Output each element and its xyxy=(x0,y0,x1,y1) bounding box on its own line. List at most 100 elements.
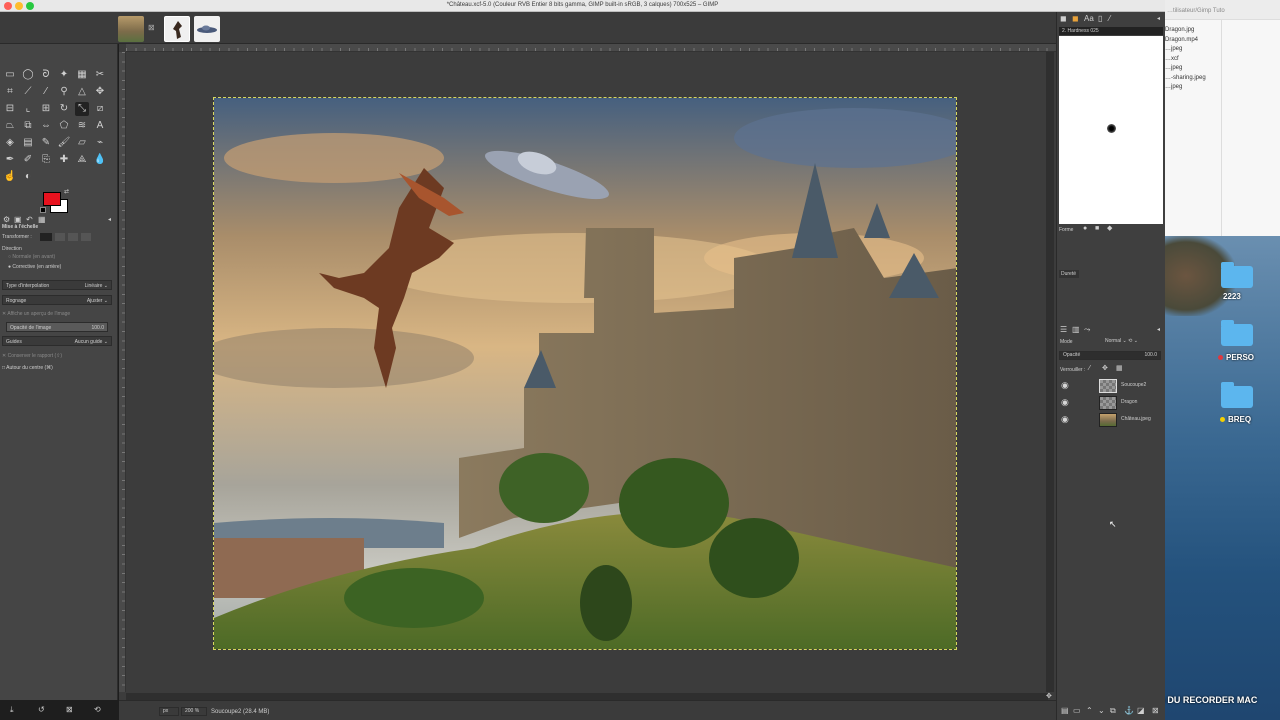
transform-selection-button[interactable] xyxy=(55,233,65,241)
lower-layer-icon[interactable]: ⌄ xyxy=(1098,707,1105,715)
swap-colors-icon[interactable]: ⇄ xyxy=(64,188,69,196)
new-group-icon[interactable]: ▭ xyxy=(1073,707,1081,715)
finder-file[interactable]: …jpeg xyxy=(1165,45,1225,55)
direction-normal-radio[interactable]: ○ Normale (en avant) xyxy=(8,252,118,262)
crop-icon[interactable]: ⌞ xyxy=(21,102,35,116)
folder-icon[interactable] xyxy=(1221,382,1253,408)
ink-icon[interactable]: ✒ xyxy=(3,153,17,167)
reset-options-icon[interactable]: ⟲ xyxy=(94,706,101,714)
color-select-icon[interactable]: ▦ xyxy=(75,68,89,82)
delete-layer-icon[interactable]: ⊠ xyxy=(1152,707,1159,715)
horizontal-ruler[interactable] xyxy=(126,44,1056,52)
gradient-icon[interactable]: ▤ xyxy=(21,136,35,150)
3d-transform-icon[interactable]: ⧉ xyxy=(21,119,35,133)
canvas-image[interactable] xyxy=(213,97,957,650)
folder-label-breq[interactable]: BREQ xyxy=(1220,415,1251,424)
brush-preview[interactable] xyxy=(1059,36,1163,224)
measure-icon[interactable]: △ xyxy=(75,85,89,99)
finder-file[interactable]: Dragon.mp4 xyxy=(1165,36,1225,46)
guides-select[interactable]: Guides Aucun guide ⌄ xyxy=(2,336,112,346)
dodge-burn-icon[interactable]: ◐ xyxy=(21,170,35,184)
unified-transform-icon[interactable]: ⊞ xyxy=(39,102,53,116)
new-layer-icon[interactable]: ▤ xyxy=(1061,707,1069,715)
shear-icon[interactable]: ⧄ xyxy=(93,102,107,116)
duplicate-layer-icon[interactable]: ⧉ xyxy=(1110,707,1116,715)
folder-icon[interactable] xyxy=(1221,320,1253,346)
cage-icon[interactable]: ⬠ xyxy=(57,119,71,133)
vertical-scrollbar[interactable] xyxy=(1046,52,1054,692)
horizontal-scrollbar[interactable] xyxy=(126,693,1048,700)
zoom-icon[interactable]: ⚲ xyxy=(57,85,71,99)
square-brush-icon[interactable]: ■ xyxy=(1095,225,1099,233)
warp-icon[interactable]: ≋ xyxy=(75,119,89,133)
clipping-select[interactable]: Rognage Ajuster ⌄ xyxy=(2,295,112,305)
transform-layer-button[interactable] xyxy=(40,233,52,241)
smudge-icon[interactable]: ☝ xyxy=(3,170,17,184)
lasso-icon[interactable]: ᘐ xyxy=(39,68,53,82)
lock-pixels-icon[interactable]: ⁄ xyxy=(1089,365,1090,373)
fonts-tab-icon[interactable]: Aa xyxy=(1084,15,1094,23)
restore-options-icon[interactable]: ↺ xyxy=(38,706,45,714)
airbrush-icon[interactable]: ⌁ xyxy=(93,136,107,150)
dock-menu-icon[interactable]: ◂ xyxy=(1157,326,1160,334)
bucket-fill-icon[interactable]: ◈ xyxy=(3,136,17,150)
image-opacity-slider[interactable]: Opacité de l'image 100.0 xyxy=(6,322,108,332)
lock-position-icon[interactable]: ✥ xyxy=(1102,365,1108,373)
round-brush-icon[interactable]: ● xyxy=(1083,225,1087,233)
brushes-tab-icon[interactable]: ◼ xyxy=(1060,15,1067,23)
fuzzy-select-icon[interactable]: ✦ xyxy=(57,68,71,82)
align-icon[interactable]: ⊟ xyxy=(3,102,17,116)
eye-icon[interactable]: ◉ xyxy=(1061,398,1069,407)
document-tab-icon[interactable]: ▯ xyxy=(1098,15,1102,23)
keep-aspect-checkbox[interactable]: ✕ Conserver le rapport (⇧) xyxy=(2,351,112,361)
move-icon[interactable]: ✥ xyxy=(93,85,107,99)
transform-path-button[interactable] xyxy=(68,233,78,241)
scissors-icon[interactable]: ✂ xyxy=(93,68,107,82)
clone-icon[interactable]: ⎘ xyxy=(39,153,53,167)
lock-alpha-icon[interactable]: ▦ xyxy=(1116,365,1123,373)
image-tab-chateau[interactable] xyxy=(118,16,144,42)
layers-tab-icon[interactable]: ☰ xyxy=(1060,326,1067,334)
foreground-select-icon[interactable]: ⌗ xyxy=(3,85,17,99)
layer-opacity-slider[interactable]: Opacité 100.0 xyxy=(1059,351,1161,360)
finder-file[interactable]: …-sharing.jpeg xyxy=(1165,74,1225,84)
interpolation-select[interactable]: Type d'interpolation Linéaire ⌄ xyxy=(2,280,112,290)
layer-row[interactable]: ◉ Château.jpeg xyxy=(1057,412,1166,429)
raise-layer-icon[interactable]: ⌃ xyxy=(1086,707,1093,715)
transform-image-button[interactable] xyxy=(81,233,91,241)
channels-tab-icon[interactable]: ▥ xyxy=(1072,326,1080,334)
ellipse-select-icon[interactable]: ◯ xyxy=(21,68,35,82)
paths-tab-icon[interactable]: ⤳ xyxy=(1084,326,1090,334)
rotate-icon[interactable]: ↻ xyxy=(57,102,71,116)
finder-file[interactable]: …jpeg xyxy=(1165,83,1225,93)
finder-file[interactable]: …xcf xyxy=(1165,55,1225,65)
show-preview-checkbox[interactable]: ✕ Affiche un aperçu de l'image xyxy=(2,309,112,319)
around-center-checkbox[interactable]: □ Autour du centre (⌘) xyxy=(2,363,112,373)
foreground-color-swatch[interactable] xyxy=(43,192,61,206)
blur-icon[interactable]: 💧 xyxy=(93,153,107,167)
close-tab-icon[interactable]: ⊠ xyxy=(148,23,155,32)
eye-icon[interactable]: ◉ xyxy=(1061,381,1069,390)
mypaint-brush-icon[interactable]: ✐ xyxy=(21,153,35,167)
finder-file[interactable]: …jpeg xyxy=(1165,64,1225,74)
pencil-icon[interactable]: ✎ xyxy=(39,136,53,150)
brush-tab-icon[interactable]: ⁄ xyxy=(1109,15,1110,23)
folder-label-perso[interactable]: PERSO xyxy=(1218,353,1254,362)
direction-corrective-radio[interactable]: ● Corrective (en arrière) xyxy=(8,262,118,272)
save-options-icon[interactable]: ⤓ xyxy=(10,706,14,714)
image-tab-dragon[interactable] xyxy=(164,16,190,42)
folder-label[interactable]: 2223 xyxy=(1223,292,1241,301)
eye-icon[interactable]: ◉ xyxy=(1061,415,1069,424)
layer-row[interactable]: ◉ Soucoupe2 xyxy=(1057,378,1166,395)
scale-icon[interactable]: ⤡ xyxy=(75,102,89,116)
rect-select-icon[interactable]: ▭ xyxy=(3,68,17,82)
perspective-clone-icon[interactable]: ⟁ xyxy=(75,153,89,167)
folder-icon[interactable] xyxy=(1221,262,1253,288)
default-colors-icon[interactable] xyxy=(40,207,46,213)
flip-icon[interactable]: ⇔ xyxy=(39,119,53,133)
layer-row[interactable]: ◉ Dragon xyxy=(1057,395,1166,412)
unit-select[interactable]: px xyxy=(159,707,179,716)
finder-file[interactable]: Dragon.jpg xyxy=(1165,26,1225,36)
mask-icon[interactable]: ◪ xyxy=(1137,707,1145,715)
perspective-icon[interactable]: ⏢ xyxy=(3,119,17,133)
